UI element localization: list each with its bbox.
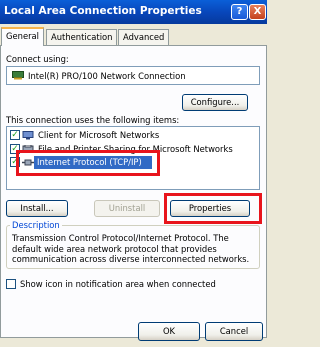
connect-using-label: Connect using: (6, 54, 69, 64)
configure-button[interactable]: Configure... (182, 94, 248, 111)
tab-authentication[interactable]: Authentication (46, 29, 118, 45)
close-button[interactable]: X (249, 4, 266, 20)
uninstall-button[interactable]: Uninstall (94, 200, 160, 217)
description-label: Description (10, 220, 62, 230)
show-icon-checkbox[interactable] (6, 279, 16, 289)
description-text: Transmission Control Protocol/Internet P… (12, 233, 250, 264)
tab-general[interactable]: General (1, 27, 45, 46)
help-button[interactable]: ? (231, 4, 248, 20)
show-icon-label[interactable]: Show icon in notification area when conn… (20, 279, 216, 289)
highlight-callout-tcpip (16, 150, 160, 176)
client-icon (22, 131, 34, 140)
install-button[interactable]: Install... (6, 200, 68, 217)
network-adapter-icon (12, 71, 24, 80)
items-label: This connection uses the following items… (6, 115, 180, 125)
cancel-button[interactable]: Cancel (205, 322, 263, 341)
ok-button[interactable]: OK (138, 322, 200, 341)
highlight-callout-properties (164, 193, 262, 224)
item-client-label[interactable]: Client for Microsoft Networks (38, 130, 159, 140)
adapter-name: Intel(R) PRO/100 Network Connection (28, 71, 186, 81)
tab-advanced[interactable]: Advanced (118, 29, 170, 45)
window-title: Local Area Connection Properties (4, 5, 202, 17)
tab-panel-general (0, 45, 267, 338)
item-checkbox-client[interactable]: ✓ (10, 130, 20, 140)
